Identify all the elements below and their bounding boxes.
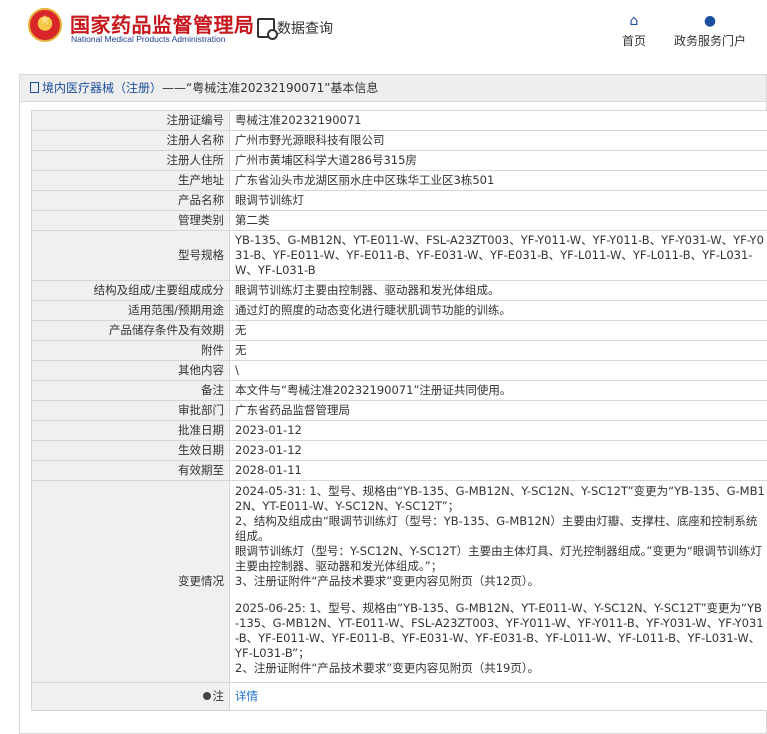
change-line: 眼调节训练灯（型号：Y-SC12N、Y-SC12T）主要由主体灯具、灯光控制器组… <box>235 544 762 573</box>
row-key: 结构及组成/主要组成成分 <box>31 280 230 301</box>
row-value: 2023-01-12 <box>229 440 767 461</box>
row-value: 本文件与“粤械注准20232190071”注册证共同使用。 <box>229 380 767 401</box>
table-row: 适用范围/预期用途 通过灯的照度的动态变化进行睫状肌调节功能的训练。 <box>31 300 767 321</box>
document-search-icon <box>257 18 278 40</box>
nav-gov-services[interactable]: ● 政务服务门户 <box>672 12 748 49</box>
table-row: 其他内容 \ <box>31 360 767 381</box>
row-value: 广东省药品监督管理局 <box>229 400 767 421</box>
row-key: 批准日期 <box>31 420 230 441</box>
table-row: 产品储存条件及有效期无 <box>31 320 767 341</box>
table-row: 型号规格 YB-135、G-MB12N、YT-E011-W、FSL-A23ZT00… <box>31 230 767 281</box>
detail-panel: 境内医疗器械（注册）——“粤械注准20232190071”基本信息 注册证编号粤… <box>19 74 767 734</box>
category-link[interactable]: 境内医疗器械（注册） <box>42 81 162 95</box>
row-value: 无 <box>229 320 767 341</box>
row-value: 2023-01-12 <box>229 420 767 441</box>
home-icon: ⌂ <box>629 13 639 29</box>
row-value: 广东省汕头市龙湖区丽水庄中区珠华工业区3栋501 <box>229 170 767 191</box>
national-emblem-logo <box>28 8 62 42</box>
row-key: 注册证编号 <box>31 110 230 131</box>
info-table: 注册证编号 粤械注准20232190071 注册人名称 广州市野光源眼科技有限公司 注册… <box>31 110 767 711</box>
row-key: 适用范围/预期用途 <box>31 300 230 321</box>
row-key: 注册人名称 <box>31 130 230 151</box>
table-row: 注册人名称 广州市野光源眼科技有限公司 <box>31 130 767 151</box>
notes-label: 注 <box>212 689 225 703</box>
table-row: 生效日期 2023-01-12 <box>31 440 767 461</box>
table-row: 批准日期 2023-01-12 <box>31 420 767 441</box>
row-key-notes: 注 <box>31 682 230 711</box>
row-key: 注册人住所 <box>31 150 230 171</box>
change-line: 2025-06-25: 1、型号、规格由“YB-135、G-MB12N、YT-E… <box>235 601 764 660</box>
row-value: 2028-01-11 <box>229 460 767 481</box>
user-icon: ● <box>703 13 717 29</box>
row-value: 眼调节训练灯主要由控制器、驱动器和发光体组成。 <box>229 280 767 301</box>
table-row-changes: 变更情况 2024-05-31: 1、型号、规格由“YB-135、G-MB12N… <box>31 480 767 683</box>
table-row: 结构及组成/主要组成成分 眼调节训练灯主要由控制器、驱动器和发光体组成。 <box>31 280 767 301</box>
change-line: 2、结构及组成由“眼调节训练灯（型号：YB-135、G-MB12N）主要由灯瓣、… <box>235 514 758 543</box>
table-row: 审批部门 广东省药品监督管理局 <box>31 400 767 421</box>
row-key: 有效期至 <box>31 460 230 481</box>
site-header: 国家药品监督管理局 National Medical Products Admi… <box>0 0 767 62</box>
nav-home[interactable]: ⌂ 首页 <box>620 12 648 49</box>
row-value: YB-135、G-MB12N、YT-E011-W、FSL-A23ZT003、YF… <box>229 230 767 281</box>
table-row: 注册人住所 广州市黄埔区科学大道286号315房 <box>31 150 767 171</box>
row-value: 广州市野光源眼科技有限公司 <box>229 130 767 151</box>
row-key: 生产地址 <box>31 170 230 191</box>
changes-value: 2024-05-31: 1、型号、规格由“YB-135、G-MB12N、Y-SC… <box>229 480 767 683</box>
notes-value: 详情 <box>229 682 767 711</box>
row-key: 产品名称 <box>31 190 230 211</box>
panel-heading: 境内医疗器械（注册）——“粤械注准20232190071”基本信息 <box>20 75 766 102</box>
row-value: 广州市黄埔区科学大道286号315房 <box>229 150 767 171</box>
row-value: 第二类 <box>229 210 767 231</box>
brand-subtitle: National Medical Products Administration <box>71 34 226 44</box>
details-link[interactable]: 详情 <box>235 689 258 703</box>
change-line: 2024-05-31: 1、型号、规格由“YB-135、G-MB12N、Y-SC… <box>235 484 765 513</box>
table-row: 产品名称 眼调节训练灯 <box>31 190 767 211</box>
data-query-link[interactable]: 数据查询 <box>257 16 333 40</box>
row-key: 型号规格 <box>31 230 230 281</box>
data-query-label: 数据查询 <box>277 21 333 37</box>
row-value: \ <box>229 360 767 381</box>
table-row-notes: 注 详情 <box>31 682 767 711</box>
table-row: 管理类别 第二类 <box>31 210 767 231</box>
change-spacer <box>235 589 766 601</box>
row-key: 产品储存条件及有效期 <box>31 320 230 341</box>
lightbulb-icon <box>202 692 211 700</box>
table-row: 生产地址 广东省汕头市龙湖区丽水庄中区珠华工业区3栋501 <box>31 170 767 191</box>
row-key: 管理类别 <box>31 210 230 231</box>
row-key: 备注 <box>31 380 230 401</box>
table-row: 有效期至 2028-01-11 <box>31 460 767 481</box>
row-value: 眼调节训练灯 <box>229 190 767 211</box>
row-key: 审批部门 <box>31 400 230 421</box>
row-key: 变更情况 <box>31 480 230 683</box>
row-key: 其他内容 <box>31 360 230 381</box>
table-row: 注册证编号 粤械注准20232190071 <box>31 110 767 131</box>
panel-title: ——“粤械注准20232190071”基本信息 <box>162 81 379 95</box>
row-value: 粤械注准20232190071 <box>229 110 767 131</box>
nav-gov-services-label: 政务服务门户 <box>673 34 746 48</box>
change-line: 3、注册证附件“产品技术要求”变更内容见附页（共12页）。 <box>235 574 540 588</box>
row-key: 附件 <box>31 340 230 361</box>
row-value: 无 <box>229 340 767 361</box>
change-line: 2、注册证附件“产品技术要求”变更内容见附页（共19页）。 <box>235 661 540 675</box>
row-value: 通过灯的照度的动态变化进行睫状肌调节功能的训练。 <box>229 300 767 321</box>
table-row: 附件无 <box>31 340 767 361</box>
table-row: 备注 本文件与“粤械注准20232190071”注册证共同使用。 <box>31 380 767 401</box>
nav-home-label: 首页 <box>621 34 646 48</box>
document-icon <box>30 82 39 93</box>
row-key: 生效日期 <box>31 440 230 461</box>
